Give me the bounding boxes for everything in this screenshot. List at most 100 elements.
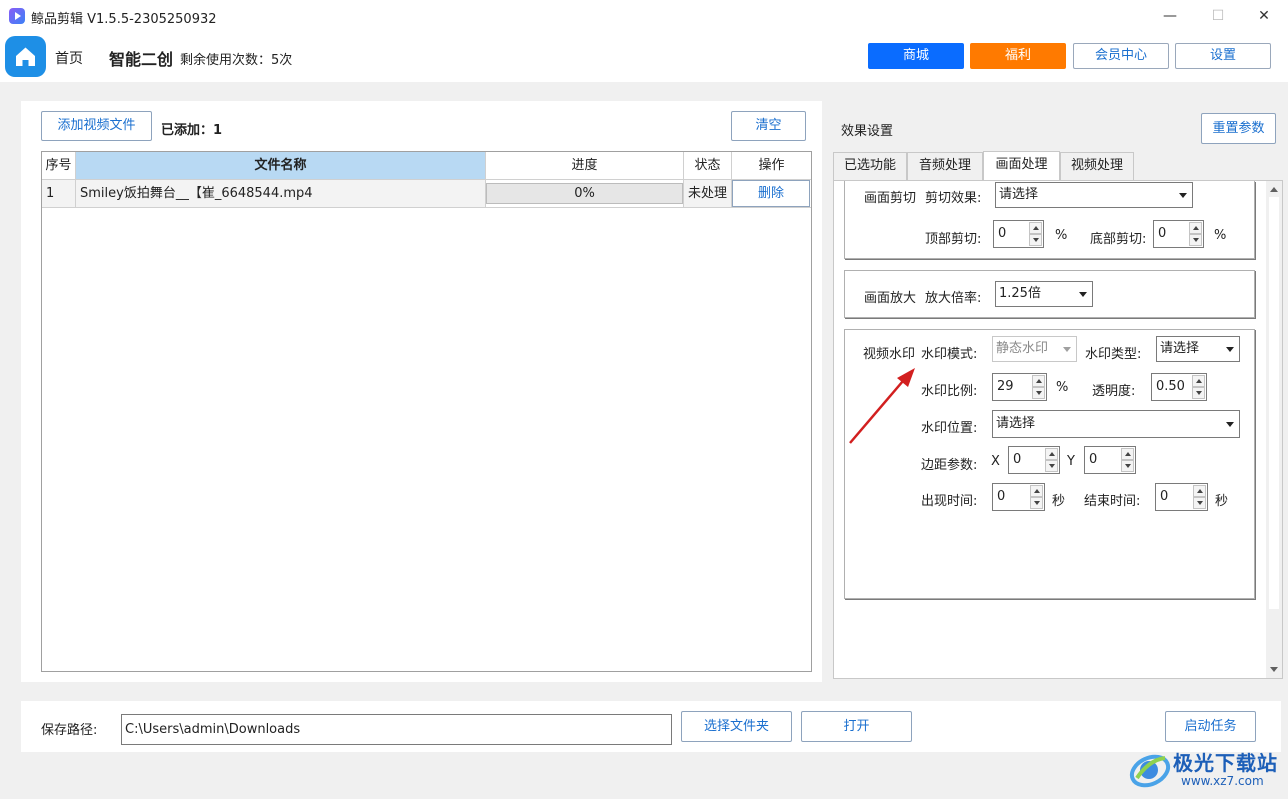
- row-index: 1: [42, 180, 76, 208]
- file-table: 序号 文件名称 进度 状态 操作 1 Smiley饭拍舞台__【崔_664854…: [41, 151, 812, 672]
- settings-button[interactable]: 设置: [1175, 43, 1271, 69]
- bottom-crop-label: 底部剪切:: [1090, 232, 1147, 247]
- watermark-type-value: 请选择: [1160, 341, 1200, 356]
- tab-video[interactable]: 视频处理: [1060, 152, 1134, 180]
- spin-down-icon[interactable]: [1032, 387, 1045, 399]
- watermark-type-label: 水印类型:: [1085, 347, 1142, 362]
- watermark-scale-value: 29: [997, 379, 1014, 394]
- spin-down-icon[interactable]: [1121, 460, 1134, 472]
- spin-up-icon[interactable]: [1029, 222, 1042, 234]
- clear-button[interactable]: 清空: [731, 111, 806, 141]
- progress-text: 0%: [574, 186, 595, 201]
- close-button[interactable]: ✕: [1244, 4, 1284, 28]
- zoom-ratio-label: 放大倍率:: [925, 291, 982, 306]
- maximize-button[interactable]: ☐: [1198, 4, 1238, 28]
- zoom-ratio-select[interactable]: 1.25倍: [995, 281, 1093, 307]
- row-filename: Smiley饭拍舞台__【崔_6648544.mp4: [76, 180, 486, 208]
- spin-up-icon[interactable]: [1192, 375, 1205, 387]
- spin-down-icon[interactable]: [1192, 387, 1205, 399]
- start-task-button[interactable]: 启动任务: [1165, 711, 1256, 742]
- margin-y-stepper[interactable]: 0: [1084, 446, 1136, 474]
- spin-up-icon[interactable]: [1030, 485, 1043, 497]
- watermark-logo-name: 极光下载站: [1173, 751, 1278, 775]
- spin-up-icon[interactable]: [1189, 222, 1202, 234]
- margin-y-value: 0: [1089, 452, 1098, 467]
- save-path-input[interactable]: C:\Users\admin\Downloads: [121, 714, 672, 745]
- watermark-position-label: 水印位置:: [921, 421, 978, 436]
- home-link[interactable]: 首页: [55, 48, 83, 68]
- open-folder-button[interactable]: 打开: [801, 711, 912, 742]
- zoom-group-label: 画面放大: [864, 291, 917, 306]
- column-header-action: 操作: [732, 152, 811, 180]
- progress-bar: 0%: [486, 183, 683, 204]
- opacity-label: 透明度:: [1092, 384, 1136, 399]
- annotation-arrow-icon: [849, 368, 915, 444]
- chevron-down-icon: [1063, 347, 1071, 352]
- opacity-value: 0.50: [1156, 379, 1185, 394]
- spin-up-icon[interactable]: [1193, 485, 1206, 497]
- aurora-logo-icon: [1129, 754, 1171, 788]
- opacity-stepper[interactable]: 0.50: [1151, 373, 1207, 401]
- spin-up-icon[interactable]: [1121, 448, 1134, 460]
- watermark-type-select[interactable]: 请选择: [1156, 336, 1240, 362]
- end-time-stepper[interactable]: 0: [1155, 483, 1208, 511]
- bottom-crop-unit: %: [1214, 228, 1227, 243]
- watermark-mode-select[interactable]: 静态水印: [992, 336, 1077, 362]
- bottom-crop-stepper[interactable]: 0: [1153, 220, 1204, 248]
- app-header: 首页 智能二创 剩余使用次数：5次 商城 福利 会员中心 设置: [0, 32, 1288, 82]
- delete-button[interactable]: 删除: [732, 180, 810, 207]
- spin-down-icon[interactable]: [1029, 234, 1042, 246]
- spin-down-icon[interactable]: [1189, 234, 1202, 246]
- start-time-value: 0: [997, 489, 1006, 504]
- app-logo-icon: [9, 8, 25, 24]
- tab-audio[interactable]: 音频处理: [907, 152, 983, 180]
- spin-up-icon[interactable]: [1032, 375, 1045, 387]
- watermark-group-label: 视频水印: [863, 347, 916, 362]
- welfare-button[interactable]: 福利: [970, 43, 1066, 69]
- margin-x-stepper[interactable]: 0: [1008, 446, 1060, 474]
- reset-params-button[interactable]: 重置参数: [1201, 113, 1276, 144]
- margin-label: 边距参数:: [921, 458, 978, 473]
- crop-effect-select[interactable]: 请选择: [995, 182, 1193, 208]
- end-time-value: 0: [1160, 489, 1169, 504]
- watermark-scale-label: 水印比例:: [921, 384, 978, 399]
- home-icon[interactable]: [5, 36, 46, 77]
- spin-down-icon[interactable]: [1030, 497, 1043, 509]
- shop-button[interactable]: 商城: [868, 43, 964, 69]
- column-header-filename[interactable]: 文件名称: [76, 152, 486, 180]
- spin-down-icon[interactable]: [1045, 460, 1058, 472]
- bottom-crop-value: 0: [1158, 226, 1167, 241]
- choose-folder-button[interactable]: 选择文件夹: [681, 711, 792, 742]
- row-status: 未处理: [684, 180, 732, 208]
- top-crop-value: 0: [998, 226, 1007, 241]
- watermark-position-value: 请选择: [996, 416, 1036, 431]
- site-watermark-logo: 极光下载站 www.xz7.com: [1127, 744, 1287, 796]
- spin-up-icon[interactable]: [1045, 448, 1058, 460]
- tab-selected-features[interactable]: 已选功能: [833, 152, 907, 180]
- column-header-progress: 进度: [486, 152, 684, 180]
- add-video-button[interactable]: 添加视频文件: [41, 111, 152, 141]
- crop-group-label: 画面剪切: [864, 191, 917, 206]
- row-action-cell: 删除: [732, 180, 811, 208]
- window-title: 鲸品剪辑 V1.5.5-2305250932: [31, 12, 217, 27]
- member-center-button[interactable]: 会员中心: [1073, 43, 1169, 69]
- tab-picture[interactable]: 画面处理: [983, 151, 1060, 181]
- title-bar: 鲸品剪辑 V1.5.5-2305250932 — ☐ ✕: [0, 0, 1288, 32]
- minimize-button[interactable]: —: [1150, 4, 1190, 28]
- column-header-status: 状态: [684, 152, 732, 180]
- watermark-mode-label: 水印模式:: [921, 347, 978, 362]
- start-time-label: 出现时间:: [921, 494, 978, 509]
- scroll-up-icon[interactable]: [1270, 187, 1278, 192]
- scroll-thumb[interactable]: [1269, 197, 1279, 609]
- watermark-scale-stepper[interactable]: 29: [992, 373, 1047, 401]
- chevron-down-icon: [1179, 193, 1187, 198]
- start-time-stepper[interactable]: 0: [992, 483, 1045, 511]
- crop-effect-value: 请选择: [999, 187, 1039, 202]
- top-crop-stepper[interactable]: 0: [993, 220, 1044, 248]
- row-progress-cell: 0%: [486, 180, 684, 208]
- vertical-scrollbar[interactable]: [1266, 181, 1282, 678]
- chevron-down-icon: [1226, 347, 1234, 352]
- spin-down-icon[interactable]: [1193, 497, 1206, 509]
- scroll-down-icon[interactable]: [1270, 667, 1278, 672]
- watermark-position-select[interactable]: 请选择: [992, 410, 1240, 438]
